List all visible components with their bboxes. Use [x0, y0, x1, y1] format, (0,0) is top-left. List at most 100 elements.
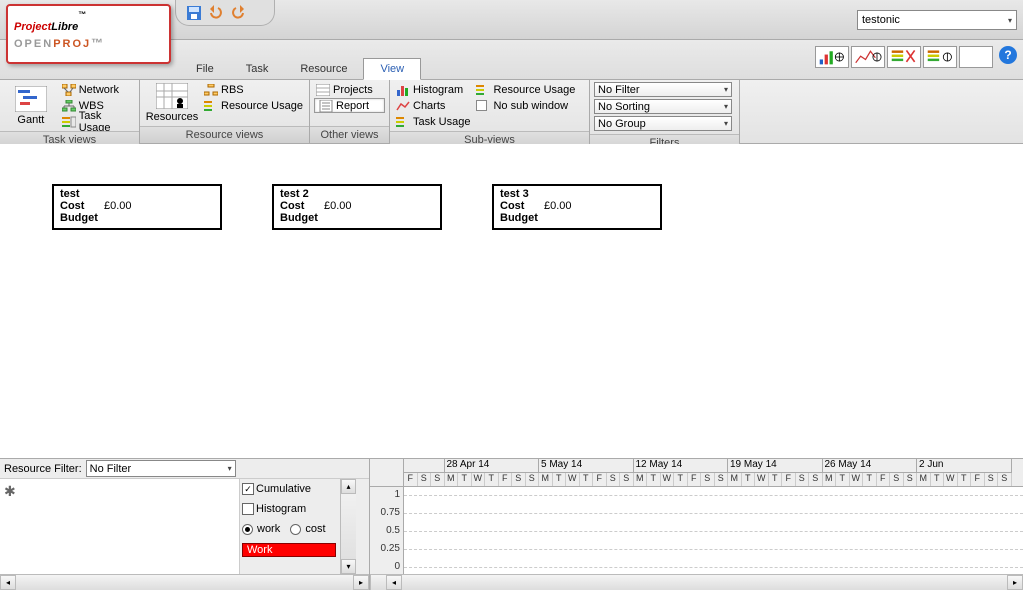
sorting-selector[interactable]: No Sorting▾: [594, 99, 732, 114]
cost-radio[interactable]: [290, 524, 301, 535]
scroll-right-icon[interactable]: ▸: [353, 575, 369, 590]
histogram-icon: [396, 84, 410, 96]
histogram-button[interactable]: Histogram: [394, 82, 472, 97]
report-button[interactable]: Report: [314, 98, 385, 113]
day-cell: W: [755, 473, 769, 486]
resource-list-item[interactable]: ✱: [4, 483, 16, 499]
menu-file[interactable]: File: [180, 59, 230, 79]
main-menu: File Task Resource View: [180, 40, 421, 79]
resources-label: Resources: [146, 111, 199, 123]
resource-usage-sub-button[interactable]: Resource Usage: [474, 82, 577, 97]
day-cell: F: [404, 473, 418, 486]
day-cell: S: [512, 473, 526, 486]
project-selector[interactable]: testonic ▾: [857, 10, 1017, 30]
left-bottom-panel: Resource Filter: No Filter▾ ✱ ✓Cumulativ…: [0, 459, 370, 590]
menu-task[interactable]: Task: [230, 59, 285, 79]
gantt-button[interactable]: Gantt: [4, 82, 58, 129]
day-cell: T: [647, 473, 661, 486]
wbs-icon: [62, 100, 76, 112]
resource-usage-view-icon[interactable]: [923, 46, 957, 68]
chevron-down-icon: ▾: [1008, 16, 1012, 25]
work-series-label[interactable]: Work: [242, 543, 336, 557]
day-cell: F: [593, 473, 607, 486]
filter-selector[interactable]: No Filter▾: [594, 82, 732, 97]
menu-view[interactable]: View: [363, 58, 421, 80]
timeline-header: 28 Apr 145 May 1412 May 1419 May 1426 Ma…: [370, 459, 1023, 487]
day-cell: S: [701, 473, 715, 486]
task-node[interactable]: test 3 Cost£0.00 Budget: [492, 184, 662, 230]
resource-filter-label: Resource Filter:: [4, 463, 82, 475]
day-cell: S: [890, 473, 904, 486]
week-band: 26 May 14: [823, 459, 918, 473]
chart-grid[interactable]: [404, 487, 1023, 574]
task-usage-icon: [62, 116, 76, 128]
day-cell: S: [809, 473, 823, 486]
blank-view-icon[interactable]: [959, 46, 993, 68]
work-radio[interactable]: [242, 524, 253, 535]
week-band: 2 Jun: [917, 459, 1012, 473]
network-button[interactable]: Network: [60, 82, 135, 97]
resource-usage-button[interactable]: Resource Usage: [202, 98, 305, 113]
right-hscroll[interactable]: ◂ ▸: [370, 574, 1023, 590]
chevron-down-icon: ▾: [228, 464, 232, 473]
week-band: 12 May 14: [634, 459, 729, 473]
charts-button[interactable]: Charts: [394, 98, 472, 113]
day-cell: F: [971, 473, 985, 486]
resource-filter-selector[interactable]: No Filter▾: [86, 460, 236, 477]
scroll-down-icon[interactable]: ▾: [341, 559, 356, 574]
charts-icon: [396, 100, 410, 112]
report-icon: [319, 100, 333, 112]
group-label-other-views: Other views: [310, 126, 389, 143]
task-usage-sub-button[interactable]: Task Usage: [394, 114, 472, 129]
scroll-left-icon[interactable]: ◂: [386, 575, 402, 590]
options-scrollbar[interactable]: ▴ ▾: [340, 479, 356, 574]
day-cell: F: [688, 473, 702, 486]
redo-icon[interactable]: [230, 5, 246, 21]
day-cell: S: [715, 473, 729, 486]
network-icon: [62, 84, 76, 96]
day-cell: F: [877, 473, 891, 486]
day-cell: W: [566, 473, 580, 486]
task-node[interactable]: test Cost£0.00 Budget: [52, 184, 222, 230]
no-sub-window-checkbox-icon: [476, 100, 487, 111]
left-hscroll[interactable]: ◂ ▸: [0, 574, 369, 590]
ribbon: Gantt Network WBS Task Usage Task views …: [0, 80, 1023, 144]
day-cell: T: [863, 473, 877, 486]
day-cell: W: [661, 473, 675, 486]
scroll-up-icon[interactable]: ▴: [341, 479, 356, 494]
undo-icon[interactable]: [208, 5, 224, 21]
menu-resource[interactable]: Resource: [284, 59, 363, 79]
chart-view-icon[interactable]: [815, 46, 849, 68]
gantt-label: Gantt: [17, 114, 44, 126]
save-icon[interactable]: [186, 5, 202, 21]
resource-list[interactable]: ✱: [0, 479, 240, 574]
usage-view-icon[interactable]: [887, 46, 921, 68]
chevron-down-icon: ▾: [724, 85, 728, 94]
scroll-left-icon[interactable]: ◂: [0, 575, 16, 590]
cumulative-checkbox[interactable]: ✓Cumulative: [242, 483, 338, 495]
chart-yaxis: 1 0.75 0.5 0.25 0: [370, 487, 404, 574]
rbs-button[interactable]: RBS: [202, 82, 305, 97]
gantt-icon: [15, 86, 47, 112]
group-label-resource-views: Resource views: [140, 126, 309, 143]
day-cell: S: [526, 473, 540, 486]
report-canvas[interactable]: test Cost£0.00 Budget test 2 Cost£0.00 B…: [0, 144, 1023, 454]
day-cell: S: [620, 473, 634, 486]
histogram-view-icon[interactable]: [851, 46, 885, 68]
day-cell: S: [607, 473, 621, 486]
resources-button[interactable]: Resources: [144, 82, 200, 124]
week-band: 28 Apr 14: [445, 459, 540, 473]
resource-usage-icon: [204, 100, 218, 112]
no-sub-window-button[interactable]: No sub window: [474, 98, 577, 113]
task-usage-button[interactable]: Task Usage: [60, 114, 135, 129]
help-button[interactable]: ?: [999, 46, 1017, 64]
project-selector-value: testonic: [862, 14, 900, 26]
scroll-right-icon[interactable]: ▸: [1007, 575, 1023, 590]
group-selector[interactable]: No Group▾: [594, 116, 732, 131]
day-cell: S: [431, 473, 445, 486]
day-cell: T: [742, 473, 756, 486]
projects-button[interactable]: Projects: [314, 82, 385, 97]
resources-icon: [156, 83, 188, 109]
histogram-checkbox[interactable]: Histogram: [242, 503, 338, 515]
task-node[interactable]: test 2 Cost£0.00 Budget: [272, 184, 442, 230]
